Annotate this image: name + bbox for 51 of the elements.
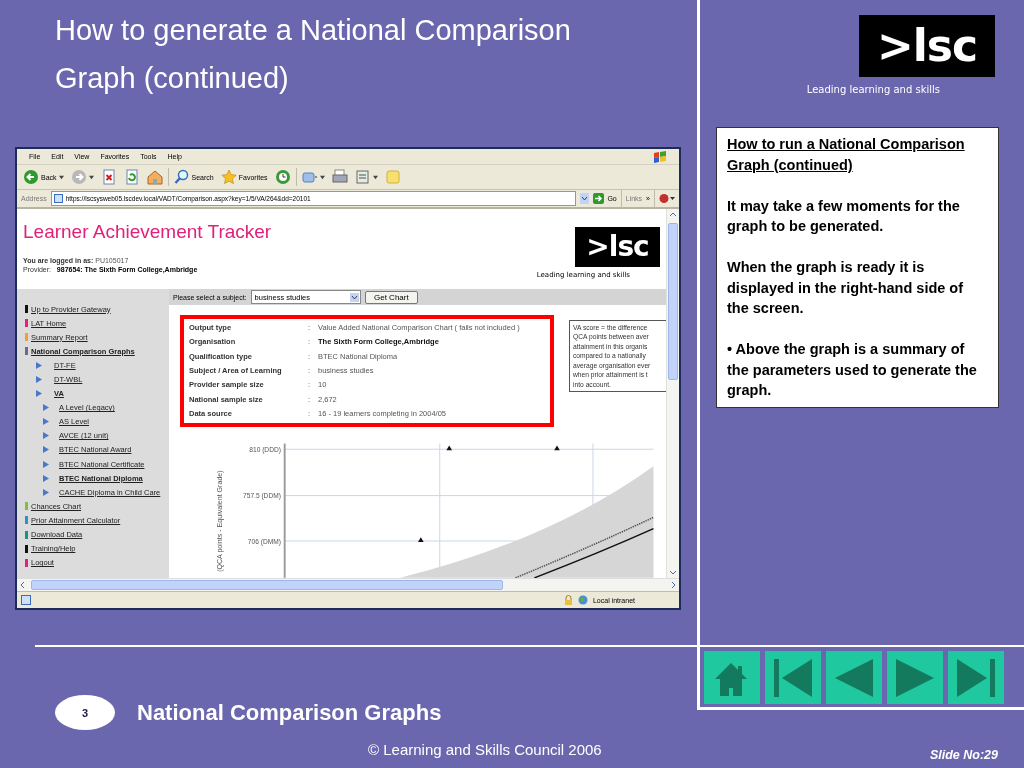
notes-paragraph: • Above the graph is a summary of the parameters used to generate the graph.	[727, 340, 978, 400]
last-slide-button[interactable]	[948, 651, 1004, 704]
slide-number: Slide No:29	[929, 748, 998, 762]
logo: >lsc	[859, 15, 995, 77]
star-icon	[220, 169, 237, 185]
copyright: © Learning and Skills Council 2006	[368, 741, 602, 758]
toolbar-icon[interactable]	[659, 193, 675, 204]
section-title: National Comparison Graphs	[137, 699, 442, 727]
house-icon	[146, 169, 163, 185]
flag-icon	[653, 150, 667, 163]
triangle-left-icon	[833, 656, 875, 699]
notes-paragraph: It may take a few moments for the graph to be generated.	[727, 196, 961, 236]
home-button[interactable]	[704, 651, 760, 704]
lock-icon	[563, 595, 573, 605]
note-icon	[384, 169, 401, 185]
notes-paragraph: When the graph is ready it is displayed in the right-hand side of the screen.	[727, 258, 965, 318]
tagline: Leading learning and skills	[806, 84, 940, 95]
vertical-scrollbar[interactable]	[666, 209, 679, 578]
document-icon	[354, 169, 371, 185]
horizontal-scrollbar[interactable]	[17, 578, 679, 591]
first-slide-button[interactable]	[765, 651, 821, 704]
previous-slide-button[interactable]	[826, 651, 882, 704]
printer-icon	[331, 169, 348, 185]
skip-back-icon	[772, 656, 814, 699]
page-title: Learner Achievement Tracker	[23, 221, 272, 243]
caret-icon	[58, 174, 64, 180]
page-icon	[53, 194, 63, 203]
section-number: 3	[55, 695, 115, 730]
next-slide-button[interactable]	[887, 651, 943, 704]
data-point	[418, 537, 424, 543]
logo: >lsc	[575, 227, 660, 267]
search-icon	[173, 169, 190, 185]
skip-forward-icon	[955, 656, 997, 699]
get-chart-button[interactable]: Get Chart	[365, 290, 418, 304]
caret-icon	[88, 174, 94, 180]
page-icon	[100, 169, 117, 185]
dropdown-icon	[350, 292, 359, 302]
page-icon	[123, 169, 140, 185]
slide-title: How to generate a National Comparison Graph (continued)	[54, 13, 572, 96]
data-point	[554, 445, 560, 451]
triangle-right-icon	[894, 656, 936, 699]
page-icon	[21, 595, 31, 605]
caret-icon	[319, 174, 325, 180]
notes-heading: How to run a National Comparison Graph (continued)	[727, 135, 966, 175]
arrow-icon	[593, 193, 605, 204]
caret-icon	[372, 174, 378, 180]
print-button[interactable]	[329, 168, 350, 186]
globe-icon	[576, 595, 589, 605]
data-point	[446, 445, 453, 451]
clock-icon	[274, 169, 291, 185]
home-button[interactable]	[144, 168, 165, 186]
